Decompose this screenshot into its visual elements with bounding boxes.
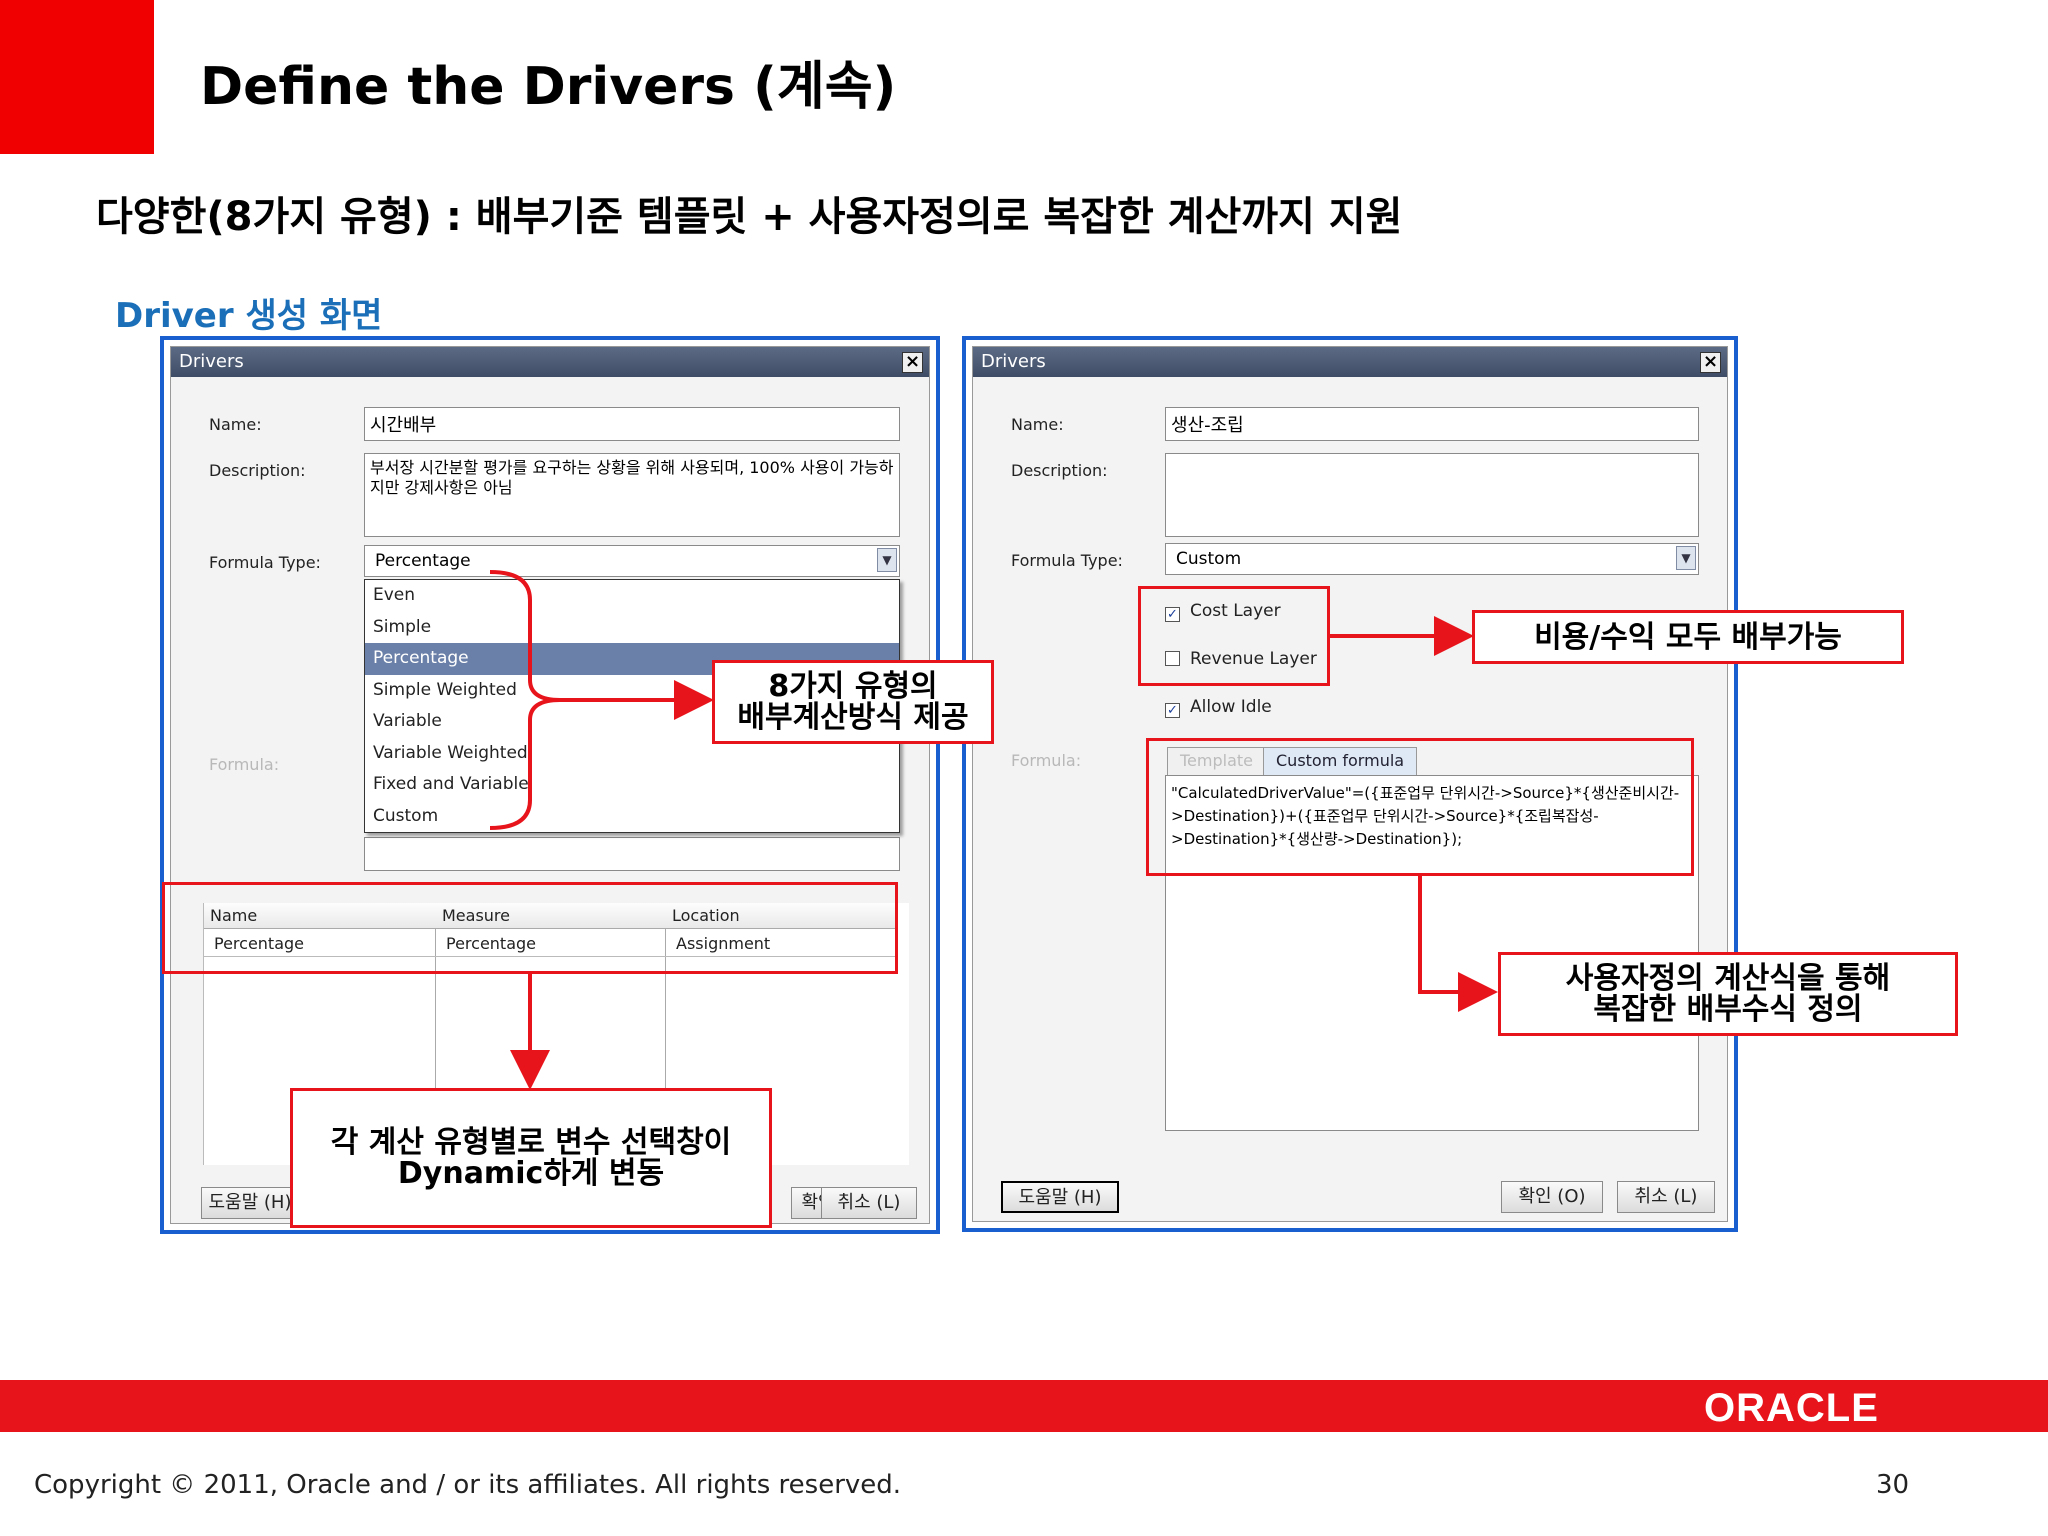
page-number: 30 [1876,1470,1910,1500]
callout-formula-types: 8가지 유형의 배부계산방식 제공 [712,660,994,744]
callout-line: 각 계산 유형별로 변수 선택창이 [330,1125,732,1160]
copyright-text: Copyright © 2011, Oracle and / or its af… [34,1470,902,1500]
custom-arrow [1418,876,1498,1012]
dropdown-bracket [489,570,561,830]
callout-line: 비용/수익 모두 배부가능 [1534,619,1842,655]
callout-line: 사용자정의 계산식을 통해 [1565,961,1891,996]
callout-layers: 비용/수익 모두 배부가능 [1472,610,1904,664]
callout-line: 8가지 유형의 [768,669,938,704]
callout-line: Dynamic하게 변동 [397,1156,665,1191]
callout-custom-formula: 사용자정의 계산식을 통해 복잡한 배부수식 정의 [1498,952,1958,1036]
callout-line: 복잡한 배부수식 정의 [1593,992,1863,1027]
annotation-arrows [489,570,1498,1090]
oracle-logo: ORACLE [1704,1386,1879,1430]
callout-dynamic-variables: 각 계산 유형별로 변수 선택창이 Dynamic하게 변동 [290,1088,772,1228]
callout-line: 배부계산방식 제공 [737,700,969,735]
